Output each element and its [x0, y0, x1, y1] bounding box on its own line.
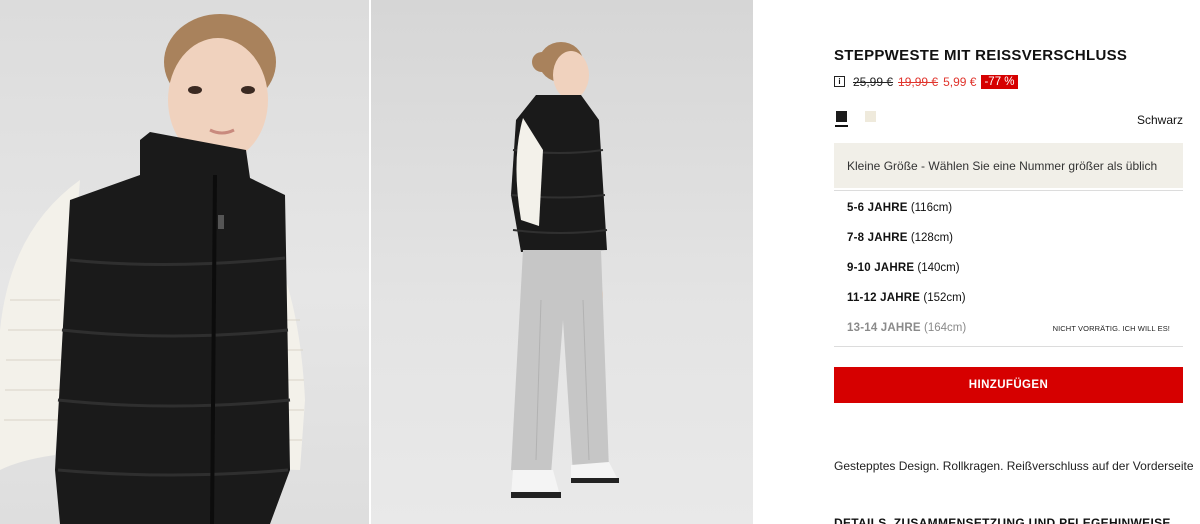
- size-cm: (116cm): [910, 202, 953, 214]
- size-cm: (140cm): [917, 262, 960, 274]
- add-to-cart-button[interactable]: HINZUFÜGEN: [834, 367, 1183, 403]
- product-photo-fullbody[interactable]: [371, 0, 753, 524]
- size-option-13-14[interactable]: 13-14 JAHRE (164cm) NICHT VORRÄTIG. ICH …: [834, 313, 1183, 343]
- size-label: 9-10 JAHRE: [847, 262, 915, 274]
- size-option-7-8[interactable]: 7-8 JAHRE (128cm): [834, 223, 1183, 253]
- discount-badge: -77 %: [981, 74, 1018, 89]
- size-cm: (152cm): [923, 292, 966, 304]
- size-label: 5-6 JAHRE: [847, 202, 908, 214]
- price-row: i 25,99 € 19,99 € 5,99 € -77 %: [834, 73, 1018, 90]
- model-fullbody-illustration: [510, 42, 619, 498]
- size-option-9-10[interactable]: 9-10 JAHRE (140cm): [834, 253, 1183, 283]
- model-closeup-illustration: [0, 14, 305, 524]
- info-icon[interactable]: i: [834, 76, 845, 87]
- size-cm: (128cm): [910, 232, 953, 244]
- size-cm: (164cm): [924, 322, 967, 334]
- selected-swatch-indicator: [835, 125, 848, 127]
- product-title: STEPPWESTE MIT REISSVERSCHLUSS: [834, 47, 1128, 64]
- product-photo-closeup[interactable]: [0, 0, 369, 524]
- notify-me-link[interactable]: NICHT VORRÄTIG. ICH WILL ES!: [1053, 324, 1170, 333]
- size-option-11-12[interactable]: 11-12 JAHRE (152cm): [834, 283, 1183, 313]
- size-hint-banner: Kleine Größe - Wählen Sie eine Nummer gr…: [834, 143, 1183, 188]
- selected-color-name: Schwarz: [1136, 113, 1183, 127]
- product-description: Gestepptes Design. Rollkragen. Reißversc…: [834, 459, 1194, 473]
- details-accordion-link[interactable]: DETAILS, ZUSAMMENSETZUNG UND PFLEGEHINWE…: [834, 516, 1171, 524]
- product-info-panel: STEPPWESTE MIT REISSVERSCHLUSS i 25,99 €…: [834, 0, 1194, 524]
- size-list: 5-6 JAHRE (116cm) 7-8 JAHRE (128cm) 9-10…: [834, 193, 1183, 343]
- divider: [834, 190, 1183, 191]
- size-option-5-6[interactable]: 5-6 JAHRE (116cm): [834, 193, 1183, 223]
- price-current: 5,99 €: [943, 74, 977, 89]
- color-swatch-black[interactable]: [836, 111, 847, 122]
- size-label: 13-14 JAHRE: [847, 322, 921, 334]
- color-swatch-cream[interactable]: [865, 111, 876, 122]
- price-original: 25,99 €: [853, 74, 894, 89]
- size-label: 7-8 JAHRE: [847, 232, 908, 244]
- price-previous: 19,99 €: [898, 74, 939, 89]
- divider: [834, 346, 1183, 347]
- size-label: 11-12 JAHRE: [847, 292, 921, 304]
- size-hint-text: Kleine Größe - Wählen Sie eine Nummer gr…: [847, 158, 1158, 173]
